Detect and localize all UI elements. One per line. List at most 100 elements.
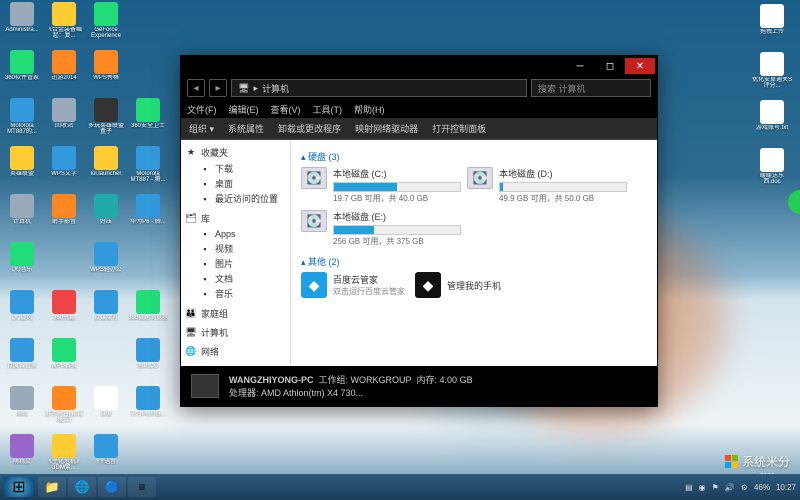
desktop-icon[interactable]: 拖拽上传 bbox=[752, 4, 792, 52]
desktop-icon[interactable]: 射手影音(调试模式) bbox=[44, 386, 84, 434]
desktop-icon[interactable]: lol.launcher bbox=[86, 146, 126, 194]
address-text: 计算机 bbox=[262, 82, 289, 95]
drive-icon: 💽 bbox=[301, 210, 327, 232]
toolbar-item[interactable]: 映射网络驱动器 bbox=[355, 122, 418, 135]
desktop-icon[interactable]: 百度云管家 bbox=[2, 338, 42, 386]
sidebar-favorites[interactable]: ★收藏夹 bbox=[185, 146, 286, 159]
desktop-icon[interactable]: 游戏账号.txt bbox=[752, 100, 792, 148]
content-pane: ▴ 硬盘 (3) 💽本地磁盘 (C:)19.7 GB 可用，共 40.0 GB💽… bbox=[291, 140, 657, 366]
taskbar-pin[interactable]: 📁 bbox=[38, 477, 66, 497]
desktop-icon[interactable]: 英雄联盟 bbox=[2, 146, 42, 194]
desktop-icon[interactable]: 360杀毒 bbox=[44, 290, 84, 338]
desktop-icon[interactable]: WPS秀格 bbox=[86, 50, 126, 98]
desktop-icon[interactable]: 360极速浏览器 bbox=[128, 290, 168, 338]
address-bar[interactable]: 🖥 ▸ 计算机 bbox=[231, 79, 527, 97]
desktop-icon[interactable]: 回收站 bbox=[44, 98, 84, 146]
other-item[interactable]: ◆百度云管家双击运行百度云管家 bbox=[301, 272, 405, 298]
tray-icon[interactable]: ⚙ bbox=[741, 483, 748, 492]
taskbar-pin[interactable]: 🌐 bbox=[68, 477, 96, 497]
sidebar-item[interactable]: ▪音乐 bbox=[185, 286, 286, 301]
toolbar-item[interactable]: 打开控制面板 bbox=[432, 122, 486, 135]
sidebar-computer[interactable]: 🖥计算机 bbox=[185, 326, 286, 339]
desktop-icon[interactable]: 网络 bbox=[2, 386, 42, 434]
toolbar-item[interactable]: 组织 ▾ bbox=[189, 122, 214, 135]
desktop-icon[interactable]: QQ旋风 bbox=[2, 290, 42, 338]
desktop-icon[interactable]: 软媒魔方 bbox=[86, 290, 126, 338]
desktop-icon[interactable]: 360安全卫士 bbox=[128, 98, 168, 146]
tray-time[interactable]: 10:27 bbox=[776, 483, 796, 492]
desktop-icon[interactable]: 百度 bbox=[86, 386, 126, 434]
desktop-icon[interactable]: 暖暖送东西.doc bbox=[752, 148, 792, 196]
minimize-button[interactable]: ─ bbox=[565, 58, 595, 74]
desktop-icon[interactable]: WPS表格 bbox=[44, 338, 84, 386]
desktop-icon[interactable]: 华为P6的备... bbox=[128, 386, 168, 434]
toolbar-item[interactable]: 系统属性 bbox=[228, 122, 264, 135]
toolbar: 组织 ▾ 系统属性 卸载或更改程序 映射网络驱动器 打开控制面板 bbox=[181, 118, 657, 140]
drives-section-head[interactable]: ▴ 硬盘 (3) bbox=[301, 150, 647, 163]
menu-item[interactable]: 编辑(E) bbox=[229, 103, 259, 116]
taskbar: ⊞ 📁🌐🔵≡ ▤ ◉ ⚑ 🔊 ⚙ 46% 10:27 bbox=[0, 474, 800, 500]
desktop-icon[interactable]: 360软件管家 bbox=[2, 50, 42, 98]
desktop-icon[interactable]: WPS文字 bbox=[44, 146, 84, 194]
drive-icon: 💽 bbox=[467, 167, 493, 189]
pc-name: WANGZHIYONG-PC bbox=[229, 375, 314, 385]
status-bar: WANGZHIYONG-PC 工作组: WORKGROUP 内存: 4.00 G… bbox=[181, 366, 657, 406]
tray-icon[interactable]: ◉ bbox=[699, 483, 706, 492]
menu-item[interactable]: 工具(T) bbox=[313, 103, 343, 116]
back-button[interactable]: ◂ bbox=[187, 79, 205, 97]
drive-item[interactable]: 💽本地磁盘 (D:)49.9 GB 可用，共 50.0 GB bbox=[467, 167, 627, 204]
tray-icon[interactable]: 🔊 bbox=[725, 483, 735, 492]
tray-icon[interactable]: ▤ bbox=[685, 483, 693, 492]
taskbar-pin[interactable]: 🔵 bbox=[98, 477, 126, 497]
toolbar-item[interactable]: 卸载或更改程序 bbox=[278, 122, 341, 135]
sidebar-homegroup[interactable]: 👪家庭组 bbox=[185, 307, 286, 320]
desktop-icon[interactable]: Administra... bbox=[2, 2, 42, 50]
others-section-head[interactable]: ▴ 其他 (2) bbox=[301, 255, 647, 268]
forward-button[interactable]: ▸ bbox=[209, 79, 227, 97]
sidebar: ★收藏夹 ▪下载▪桌面▪最近访问的位置 🗂库 ▪Apps▪视频▪图片▪文档▪音乐… bbox=[181, 140, 291, 366]
menu-bar: 文件(F) 编辑(E) 查看(V) 工具(T) 帮助(H) bbox=[181, 100, 657, 118]
desktop-icon[interactable]: 好压 bbox=[86, 194, 126, 242]
tray-icon[interactable]: ⚑ bbox=[712, 483, 719, 492]
sidebar-item[interactable]: ▪视频 bbox=[185, 241, 286, 256]
search-input[interactable]: 搜索 计算机 bbox=[531, 79, 651, 97]
taskbar-pin[interactable]: ≡ bbox=[128, 477, 156, 497]
sidebar-item[interactable]: ▪Apps bbox=[185, 227, 286, 241]
desktop-icon[interactable]: 多玩英雄联盟盒子 bbox=[86, 98, 126, 146]
sidebar-item[interactable]: ▪文档 bbox=[185, 271, 286, 286]
desktop-icon[interactable]: 《合金装备崛起：复... bbox=[44, 2, 84, 50]
close-button[interactable]: ✕ bbox=[625, 58, 655, 74]
sidebar-item[interactable]: ▪最近访问的位置 bbox=[185, 191, 286, 206]
sidebar-item[interactable]: ▪图片 bbox=[185, 256, 286, 271]
tray-battery[interactable]: 46% bbox=[754, 483, 770, 492]
start-button[interactable]: ⊞ bbox=[4, 477, 34, 497]
menu-item[interactable]: 文件(F) bbox=[187, 103, 217, 116]
drive-item[interactable]: 💽本地磁盘 (C:)19.7 GB 可用，共 40.0 GB bbox=[301, 167, 461, 204]
maximize-button[interactable]: ◻ bbox=[595, 58, 625, 74]
desktop-icon[interactable]: QQ音乐 bbox=[2, 242, 42, 290]
desktop-icon[interactable]: 华为P6 - 腾... bbox=[128, 194, 168, 242]
network-icon: 🌐 bbox=[185, 346, 197, 358]
star-icon: ★ bbox=[185, 147, 197, 159]
desktop-icon[interactable]: 迅游2014 bbox=[44, 50, 84, 98]
sidebar-item[interactable]: ▪下载 bbox=[185, 161, 286, 176]
computer-icon: 🖥 bbox=[185, 327, 197, 339]
menu-item[interactable]: 帮助(H) bbox=[354, 103, 385, 116]
desktop-icon[interactable]: WPS轻办公 bbox=[86, 242, 126, 290]
drive-icon: 💽 bbox=[301, 167, 327, 189]
desktop-icon[interactable]: Motorola MT887的... bbox=[2, 98, 42, 146]
desktop-icon[interactable]: 计算机 bbox=[2, 194, 42, 242]
desktop-icon[interactable]: 优化安卓通关S评分... bbox=[752, 52, 792, 100]
menu-item[interactable]: 查看(V) bbox=[271, 103, 301, 116]
desktop-icon[interactable]: Motorola MT887 - 腾... bbox=[128, 146, 168, 194]
other-item[interactable]: ◆管理我的手机 bbox=[415, 272, 501, 298]
sidebar-network[interactable]: 🌐网络 bbox=[185, 345, 286, 358]
desktop-icon[interactable]: 射手影音 bbox=[44, 194, 84, 242]
drive-item[interactable]: 💽本地磁盘 (E:)256 GB 可用，共 375 GB bbox=[301, 210, 461, 247]
desktop-icon[interactable]: GeForce Experience bbox=[86, 2, 126, 50]
watermark: 系统米分 bbox=[725, 453, 790, 470]
explorer-window: ─ ◻ ✕ ◂ ▸ 🖥 ▸ 计算机 搜索 计算机 文件(F) 编辑(E) 查看(V)… bbox=[180, 55, 658, 407]
desktop-icon[interactable]: 腾讯QQ bbox=[128, 338, 168, 386]
sidebar-item[interactable]: ▪桌面 bbox=[185, 176, 286, 191]
sidebar-libraries[interactable]: 🗂库 bbox=[185, 212, 286, 225]
